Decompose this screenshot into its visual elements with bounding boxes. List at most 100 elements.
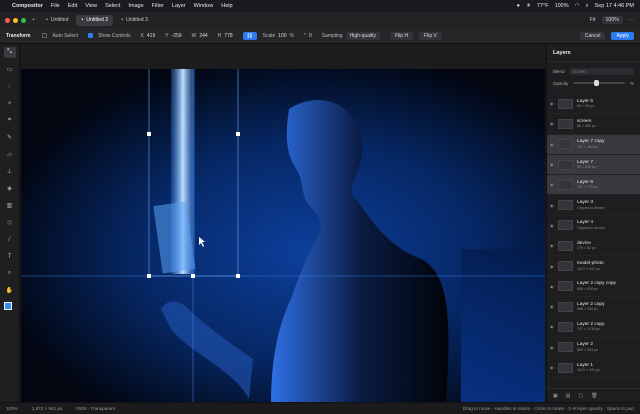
cancel-button[interactable]: Cancel — [579, 31, 606, 40]
visibility-eye-icon[interactable]: ◉ — [550, 264, 555, 269]
tab-untitled-2[interactable]: • Untitled 2 — [76, 14, 114, 26]
layer-row[interactable]: ◉ Layer 7 copy 167 × 364 px — [547, 134, 640, 155]
layer-row[interactable]: ◉ Layer 1 1672 × 941 px — [547, 358, 640, 379]
visibility-eye-icon[interactable]: ◉ — [550, 101, 555, 106]
marquee-tool-icon[interactable]: ▭ — [4, 64, 16, 75]
visibility-eye-icon[interactable]: ◉ — [550, 243, 555, 248]
menu-select[interactable]: Select — [105, 3, 120, 9]
app-menu[interactable]: Compositor — [12, 3, 43, 9]
zoom-window-icon[interactable] — [21, 17, 26, 23]
layer-row[interactable]: ◉ Layer 2 copy copy 866 × 938 px — [547, 277, 640, 297]
tab-untitled[interactable]: • Untitled — [41, 15, 73, 26]
transform-handle[interactable] — [236, 274, 240, 278]
bucket-tool-icon[interactable]: ◈ — [4, 183, 16, 194]
x-field[interactable]: 419 — [147, 33, 155, 39]
brush-tool-icon[interactable]: ✎ — [4, 132, 16, 143]
gradient-tool-icon[interactable]: ▥ — [4, 200, 16, 211]
visibility-eye-icon[interactable]: ◉ — [550, 223, 555, 228]
link-aspect-button[interactable]: ⛓ — [242, 31, 257, 40]
layer-row[interactable]: ◉ Layer 2 copy 866 × 938 px — [547, 297, 640, 318]
new-tab-icon[interactable]: + — [32, 17, 35, 23]
show-controls-checkbox[interactable]: Show Controls — [88, 33, 131, 39]
layer-row[interactable]: ◉ device 175 × 82 px — [547, 236, 640, 257]
magic-wand-tool-icon[interactable]: ✧ — [4, 98, 16, 109]
fit-button[interactable]: Fit — [590, 17, 596, 23]
wifi-icon[interactable]: ◠ — [575, 3, 580, 9]
scale-field[interactable]: 100 — [278, 33, 286, 39]
transform-handle[interactable] — [147, 132, 151, 136]
opacity-slider-knob[interactable] — [593, 80, 599, 86]
group-layer-icon[interactable]: ▤ — [566, 393, 571, 399]
visibility-eye-icon[interactable]: ◉ — [550, 304, 555, 309]
foreground-color-swatch[interactable] — [3, 302, 12, 310]
menu-window[interactable]: Window — [194, 3, 214, 9]
visibility-eye-icon[interactable]: ◉ — [550, 345, 555, 350]
blend-mode-select[interactable]: Screen — [569, 67, 634, 75]
record-icon[interactable]: ● — [517, 3, 520, 9]
close-window-icon[interactable] — [5, 17, 10, 23]
eraser-tool-icon[interactable]: ▱ — [4, 149, 16, 160]
color-swatches[interactable] — [3, 302, 17, 314]
visibility-eye-icon[interactable]: ◉ — [550, 162, 555, 167]
visibility-eye-icon[interactable]: ◉ — [550, 203, 555, 208]
menu-layer[interactable]: Layer — [172, 3, 186, 9]
layer-row[interactable]: ◉ model-photo 1672 × 941 px — [547, 256, 640, 277]
y-field[interactable]: -259 — [172, 33, 182, 39]
lasso-tool-icon[interactable]: ◌ — [4, 81, 16, 92]
zoom-level[interactable]: 100% — [601, 16, 623, 24]
menu-help[interactable]: Help — [221, 3, 232, 9]
minimize-window-icon[interactable] — [13, 17, 18, 23]
sampling-select[interactable]: High-quality — [345, 31, 380, 40]
more-icon[interactable]: ⋯ — [629, 17, 634, 23]
layer-row[interactable]: ◉ Layer 5 66 × 58 px — [547, 94, 640, 115]
duplicate-layer-icon[interactable]: ▢ — [578, 393, 583, 399]
layer-row[interactable]: ◉ Layer 2 copy 767 × 1018 px — [547, 317, 640, 338]
shape-tool-icon[interactable]: ◇ — [4, 217, 16, 228]
layer-row[interactable]: ◉ screen 66 × 350 px — [547, 114, 640, 135]
search-icon[interactable]: ⌕ — [585, 3, 588, 10]
delete-layer-icon[interactable]: 🗑 — [591, 393, 597, 399]
layer-row[interactable]: ◉ Layer 3 Clipped to device — [547, 195, 640, 216]
visibility-eye-icon[interactable]: ◉ — [550, 365, 555, 370]
layer-row[interactable]: ◉ Layer 7 56 × 596 px — [547, 154, 640, 176]
stamp-tool-icon[interactable]: ⊥ — [4, 166, 16, 177]
menu-image[interactable]: Image — [128, 3, 143, 9]
crop-tool-icon[interactable]: ⌗ — [4, 115, 16, 126]
tab-untitled-3[interactable]: • Untitled 3 — [116, 15, 153, 26]
layer-row[interactable]: ◉ Layer 2 869 × 833 px — [547, 338, 640, 358]
menu-filter[interactable]: Filter — [152, 3, 164, 9]
w-field[interactable]: 244 — [199, 33, 207, 39]
visibility-eye-icon[interactable]: ◉ — [550, 142, 555, 147]
weather-icon[interactable]: ☀ — [526, 3, 531, 9]
transform-handle[interactable] — [236, 132, 240, 136]
menu-view[interactable]: View — [85, 3, 97, 9]
transform-handle[interactable] — [191, 274, 195, 278]
menu-edit[interactable]: Edit — [68, 3, 77, 9]
transform-handle[interactable] — [147, 274, 151, 278]
hand-tool-icon[interactable]: ✋ — [4, 285, 16, 296]
text-tool-icon[interactable]: T — [4, 251, 16, 262]
visibility-eye-icon[interactable]: ◉ — [550, 121, 555, 126]
visibility-eye-icon[interactable]: ◉ — [550, 182, 555, 187]
rotation-field[interactable]: 0 — [309, 33, 312, 39]
battery-label[interactable]: 100% — [555, 3, 569, 9]
clock[interactable]: Sep 17 4:46 PM — [595, 3, 634, 9]
move-tool-icon[interactable]: ⤡ — [3, 47, 16, 58]
flip-v-button[interactable]: Flip V — [419, 31, 442, 40]
zoom-tool-icon[interactable]: ⌕ — [4, 268, 16, 279]
visibility-eye-icon[interactable]: ◉ — [550, 324, 555, 329]
layer-row[interactable]: ◉ Layer 6 227 × 779 px — [547, 175, 640, 196]
auto-select-checkbox[interactable]: Auto Select — [42, 33, 78, 39]
weather-temp[interactable]: 77°F — [537, 3, 549, 9]
h-field[interactable]: 778 — [224, 33, 232, 39]
visibility-eye-icon[interactable]: ◉ — [550, 284, 555, 289]
eyedropper-tool-icon[interactable]: ⁄ — [4, 234, 16, 245]
layer-row[interactable]: ◉ Layer 4 Clipped to device — [547, 216, 640, 237]
add-layer-icon[interactable]: ▣ — [553, 393, 558, 399]
flip-h-button[interactable]: Flip H — [390, 31, 414, 40]
layer-thumbnail — [558, 321, 573, 332]
canvas[interactable] — [21, 69, 545, 402]
menu-file[interactable]: File — [51, 3, 60, 9]
apply-button[interactable]: Apply — [611, 31, 634, 40]
opacity-slider[interactable] — [573, 80, 625, 86]
